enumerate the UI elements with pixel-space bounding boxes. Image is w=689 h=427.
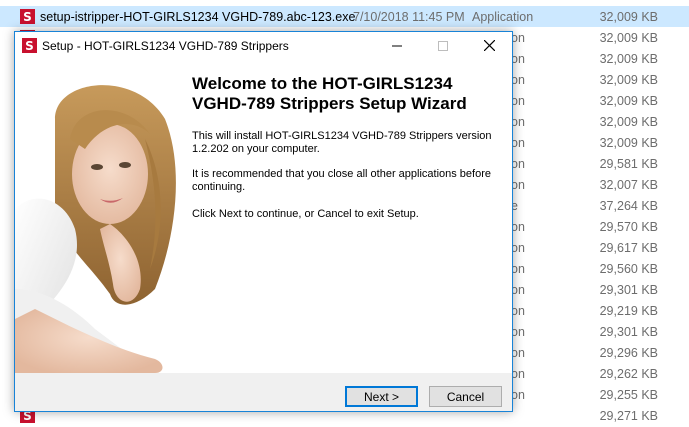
file-type: on (511, 304, 525, 318)
continue-instruction-text: Click Next to continue, or Cancel to exi… (192, 208, 419, 220)
file-type: on (511, 283, 525, 297)
file-type: on (511, 136, 525, 150)
wizard-content: Welcome to the HOT-GIRLS1234 VGHD-789 St… (15, 59, 512, 373)
maximize-icon (438, 40, 448, 51)
close-button[interactable] (466, 32, 512, 59)
setup-app-icon: S (22, 38, 37, 53)
file-date: 7/10/2018 11:45 PM (353, 10, 465, 24)
dialog-title: Setup - HOT-GIRLS1234 VGHD-789 Strippers (42, 39, 289, 53)
close-icon (483, 40, 495, 51)
file-size: 32,009 KB (599, 136, 658, 150)
welcome-heading-line-1: Welcome to the HOT-GIRLS1234 (192, 74, 453, 93)
file-size: 29,296 KB (599, 346, 658, 360)
file-row[interactable]: Ssetup-istripper-HOT-GIRLS1234 VGHD-789.… (0, 6, 689, 27)
wizard-side-image (15, 59, 179, 373)
welcome-heading: Welcome to the HOT-GIRLS1234 VGHD-789 St… (192, 74, 512, 114)
file-size: 32,009 KB (599, 31, 658, 45)
file-size: 29,219 KB (599, 304, 658, 318)
file-size: 29,560 KB (599, 262, 658, 276)
file-type: on (511, 94, 525, 108)
file-size: 29,617 KB (599, 241, 658, 255)
file-type: on (511, 52, 525, 66)
minimize-icon (392, 45, 402, 46)
file-type: on (511, 178, 525, 192)
cancel-button[interactable]: Cancel (429, 386, 502, 407)
file-size: 32,009 KB (599, 52, 658, 66)
dialog-titlebar[interactable]: S Setup - HOT-GIRLS1234 VGHD-789 Strippe… (15, 32, 512, 59)
file-size: 29,271 KB (599, 409, 658, 423)
file-size: 29,301 KB (599, 283, 658, 297)
file-type: on (511, 325, 525, 339)
setup-dialog: S Setup - HOT-GIRLS1234 VGHD-789 Strippe… (14, 31, 513, 412)
file-type: on (511, 262, 525, 276)
install-info-line-2: 1.2.202 on your computer. (192, 143, 320, 155)
file-type: on (511, 367, 525, 381)
file-name: setup-istripper-HOT-GIRLS1234 VGHD-789.a… (40, 10, 356, 24)
file-size: 29,581 KB (599, 157, 658, 171)
file-size: 32,009 KB (599, 10, 658, 24)
wizard-button-bar: Next > Cancel (15, 373, 512, 411)
file-type: on (511, 241, 525, 255)
model-portrait-image (15, 59, 179, 373)
file-type: Application (472, 10, 534, 24)
file-size: 29,255 KB (599, 388, 658, 402)
file-type: on (511, 73, 525, 87)
file-size: 32,007 KB (599, 178, 658, 192)
file-type: on (511, 388, 525, 402)
file-size: 29,570 KB (599, 220, 658, 234)
file-size: 32,009 KB (599, 115, 658, 129)
next-button[interactable]: Next > (345, 386, 418, 407)
file-size: 29,301 KB (599, 325, 658, 339)
recommendation-text: It is recommended that you close all oth… (192, 168, 502, 194)
welcome-heading-line-2: VGHD-789 Strippers Setup Wizard (192, 94, 467, 113)
file-size: 37,264 KB (599, 199, 658, 213)
file-size: 32,009 KB (599, 94, 658, 108)
file-size: 32,009 KB (599, 73, 658, 87)
application-file-icon: S (20, 9, 35, 24)
file-type: on (511, 220, 525, 234)
maximize-button[interactable] (420, 32, 466, 59)
file-type: on (511, 31, 525, 45)
file-size: 29,262 KB (599, 367, 658, 381)
file-type: on (511, 157, 525, 171)
install-info-line-1: This will install HOT-GIRLS1234 VGHD-789… (192, 130, 492, 142)
recommendation-line-2: continuing. (192, 181, 246, 193)
recommendation-line-1: It is recommended that you close all oth… (192, 168, 491, 180)
file-type: on (511, 346, 525, 360)
file-type: on (511, 115, 525, 129)
install-info-text: This will install HOT-GIRLS1234 VGHD-789… (192, 130, 502, 156)
minimize-button[interactable] (374, 32, 420, 59)
